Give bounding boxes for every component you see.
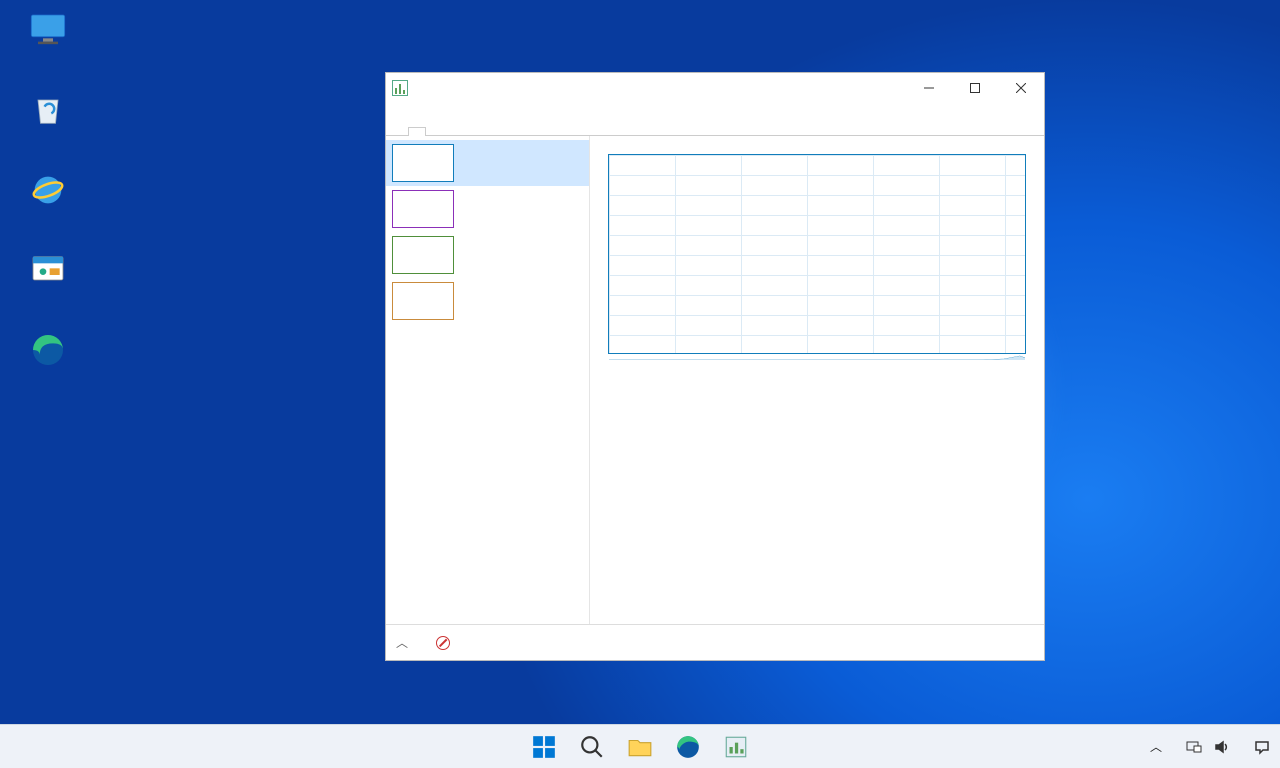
- tab-users[interactable]: [462, 127, 480, 136]
- desktop-icon-edge[interactable]: [8, 328, 88, 376]
- taskbar-icon-edge[interactable]: [668, 727, 708, 767]
- tab-processes[interactable]: [390, 127, 408, 136]
- sidebar-item-memory[interactable]: [386, 186, 589, 232]
- recycle-bin-icon: [26, 88, 70, 132]
- cpu-utilization-graph: [608, 154, 1026, 354]
- control-panel-icon: [26, 248, 70, 292]
- desktop-icons: [8, 8, 88, 376]
- system-tray: ︿: [1150, 738, 1280, 755]
- notification-icon[interactable]: [1254, 739, 1270, 755]
- window-footer: ︿: [386, 624, 1044, 660]
- taskbar-icon-explorer[interactable]: [620, 727, 660, 767]
- desktop-icon-recycle-bin[interactable]: [8, 88, 88, 136]
- tab-strip: [386, 127, 1044, 136]
- disk-thumb: [392, 236, 454, 274]
- tab-app-history[interactable]: [426, 127, 444, 136]
- monitor-icon: [26, 8, 70, 52]
- prohibit-icon: [436, 636, 450, 650]
- task-manager-icon: [392, 80, 408, 96]
- sidebar-item-ethernet[interactable]: [386, 278, 589, 324]
- tab-performance[interactable]: [408, 127, 426, 136]
- menubar: [386, 103, 1044, 127]
- tab-startup[interactable]: [444, 127, 462, 136]
- maximize-button[interactable]: [952, 73, 998, 103]
- taskbar-icon-task-manager[interactable]: [716, 727, 756, 767]
- taskbar: ︿: [0, 724, 1280, 768]
- open-resource-monitor-link[interactable]: [436, 636, 454, 650]
- close-button[interactable]: [998, 73, 1044, 103]
- volume-icon[interactable]: [1214, 739, 1230, 755]
- tab-services[interactable]: [498, 127, 516, 136]
- edge-icon: [26, 328, 70, 372]
- task-manager-window: ︿: [385, 72, 1045, 661]
- search-button[interactable]: [572, 727, 612, 767]
- sidebar-item-cpu[interactable]: [386, 140, 589, 186]
- tray-chevron-up-icon[interactable]: ︿: [1150, 738, 1162, 755]
- memory-thumb: [392, 190, 454, 228]
- chevron-up-icon[interactable]: ︿: [396, 634, 408, 651]
- ethernet-thumb: [392, 282, 454, 320]
- performance-main: [590, 136, 1044, 624]
- desktop-icon-control-panel[interactable]: [8, 248, 88, 296]
- performance-sidebar: [386, 136, 590, 624]
- titlebar[interactable]: [386, 73, 1044, 103]
- ie-icon: [26, 168, 70, 212]
- start-button[interactable]: [524, 727, 564, 767]
- sidebar-item-disk[interactable]: [386, 232, 589, 278]
- minimize-button[interactable]: [906, 73, 952, 103]
- desktop-icon-this-pc[interactable]: [8, 8, 88, 56]
- desktop-icon-ie[interactable]: [8, 168, 88, 216]
- network-icon[interactable]: [1186, 739, 1202, 755]
- cpu-thumb: [392, 144, 454, 182]
- tab-details[interactable]: [480, 127, 498, 136]
